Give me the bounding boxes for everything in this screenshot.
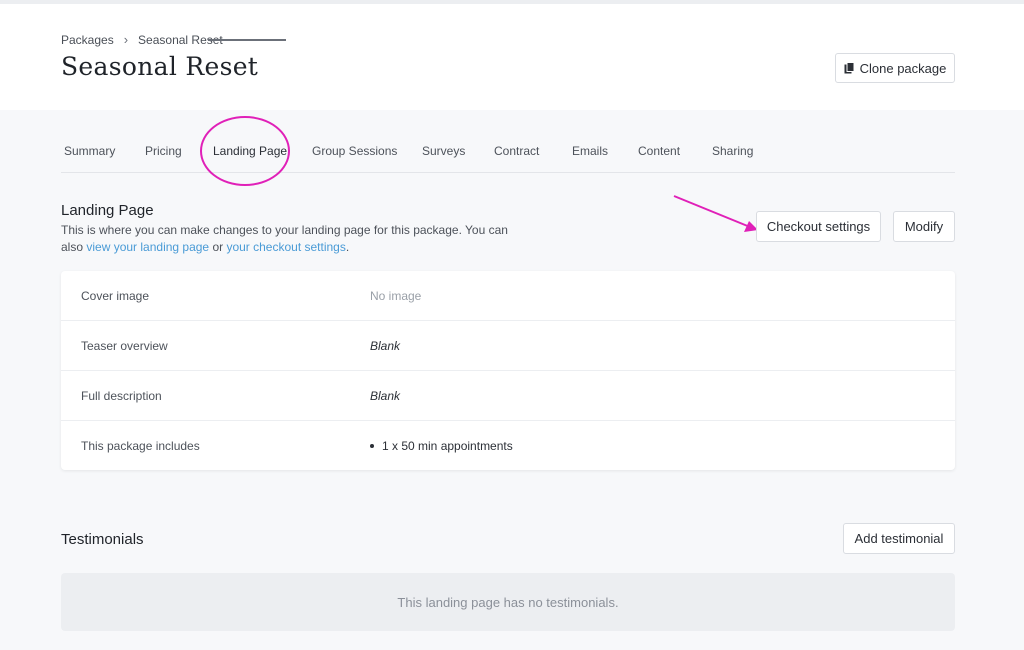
- tab-summary[interactable]: Summary: [64, 144, 115, 158]
- row-label: This package includes: [81, 439, 200, 453]
- tab-contract[interactable]: Contract: [494, 144, 539, 158]
- clone-package-button[interactable]: Clone package: [835, 53, 955, 83]
- bullet-icon: [370, 443, 374, 448]
- row-label: Cover image: [81, 289, 150, 303]
- tab-surveys[interactable]: Surveys: [422, 144, 465, 158]
- checkout-settings-link[interactable]: your checkout settings: [226, 240, 345, 254]
- active-tab-indicator: [208, 39, 286, 41]
- landing-page-details-card: Cover image No image Teaser overview Bla…: [61, 271, 955, 470]
- add-testimonial-button[interactable]: Add testimonial: [843, 523, 955, 554]
- landing-page-heading: Landing Page: [61, 202, 154, 219]
- landing-page-description: This is where you can make changes to yo…: [61, 222, 531, 256]
- row-label: Full description: [81, 389, 162, 403]
- package-tabs: Summary Pricing Landing Page Group Sessi…: [61, 132, 955, 173]
- description-text: .: [345, 240, 350, 254]
- modify-button[interactable]: Modify: [893, 211, 955, 242]
- checkout-settings-button[interactable]: Checkout settings: [756, 211, 881, 242]
- row-value: No image: [370, 289, 422, 303]
- tab-pricing[interactable]: Pricing: [145, 144, 182, 158]
- copy-icon: [844, 61, 855, 73]
- view-landing-page-link[interactable]: view your landing page: [86, 240, 209, 254]
- included-item: 1 x 50 min appointments: [382, 439, 513, 453]
- row-value: Blank: [370, 339, 401, 353]
- description-text: or: [209, 240, 227, 254]
- detail-row-full-description: Full description Blank: [61, 371, 955, 421]
- breadcrumb: Packages › Seasonal Reset: [61, 32, 223, 47]
- tab-emails[interactable]: Emails: [572, 144, 608, 158]
- breadcrumb-packages-link[interactable]: Packages: [61, 33, 114, 47]
- annotation-circle: [200, 116, 290, 186]
- chevron-right-icon: ›: [123, 32, 129, 47]
- row-value: Blank: [370, 389, 401, 403]
- page-header: Packages › Seasonal Reset Seasonal Reset…: [0, 4, 1024, 110]
- clone-package-label: Clone package: [859, 60, 947, 76]
- detail-row-package-includes: This package includes 1 x 50 min appoint…: [61, 421, 955, 471]
- tab-sharing[interactable]: Sharing: [712, 144, 753, 158]
- detail-row-cover-image: Cover image No image: [61, 271, 955, 321]
- row-value: 1 x 50 min appointments: [370, 439, 513, 453]
- testimonials-empty-state: This landing page has no testimonials.: [61, 573, 955, 631]
- detail-row-teaser-overview: Teaser overview Blank: [61, 321, 955, 371]
- tab-group-sessions[interactable]: Group Sessions: [312, 144, 397, 158]
- row-label: Teaser overview: [81, 339, 168, 353]
- testimonials-heading: Testimonials: [61, 531, 144, 548]
- annotation-arrow-icon: [673, 195, 758, 232]
- page-title: Seasonal Reset: [61, 52, 259, 81]
- tab-content[interactable]: Content: [638, 144, 680, 158]
